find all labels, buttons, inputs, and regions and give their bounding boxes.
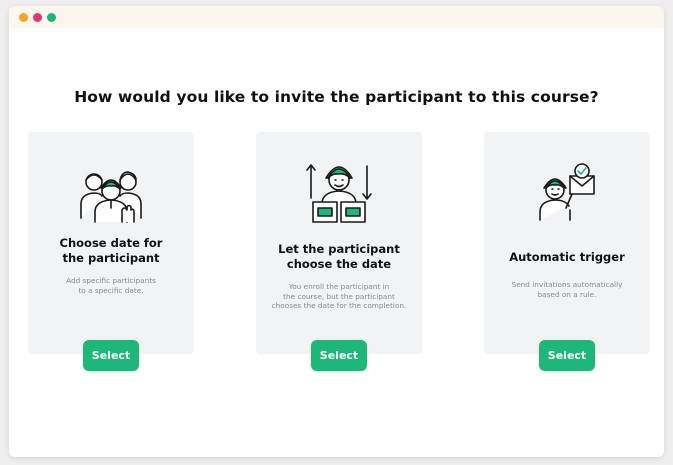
card-title: Automatic trigger [509,250,625,264]
app-window: How would you like to invite the partici… [9,6,664,457]
minimize-dot[interactable] [33,12,42,22]
close-dot[interactable] [19,12,28,22]
automatic-trigger-icon [484,158,650,228]
page-heading: How would you like to invite the partici… [74,88,599,106]
card-choose-date: Choose date for the participant Add spec… [28,132,194,371]
card-description: You enroll the participant in the course… [271,282,407,310]
card-automatic-trigger: Automatic trigger Send invitations autom… [484,132,650,371]
card-description: Add specific participants to a specific … [66,276,156,295]
participant-choose-date-icon [256,158,422,228]
group-participants-icon [28,158,194,228]
card-title: Choose date for the participant [59,236,163,265]
card-description: Send invitations automatically based on … [511,280,623,299]
select-button[interactable]: Select [539,340,595,371]
card-title: Let the participant choose the date [278,242,400,271]
title-bar [9,6,664,28]
select-button[interactable]: Select [83,340,139,371]
maximize-dot[interactable] [47,12,56,22]
select-button[interactable]: Select [311,340,367,371]
card-participant-choose-date: Let the participant choose the date You … [256,132,422,371]
